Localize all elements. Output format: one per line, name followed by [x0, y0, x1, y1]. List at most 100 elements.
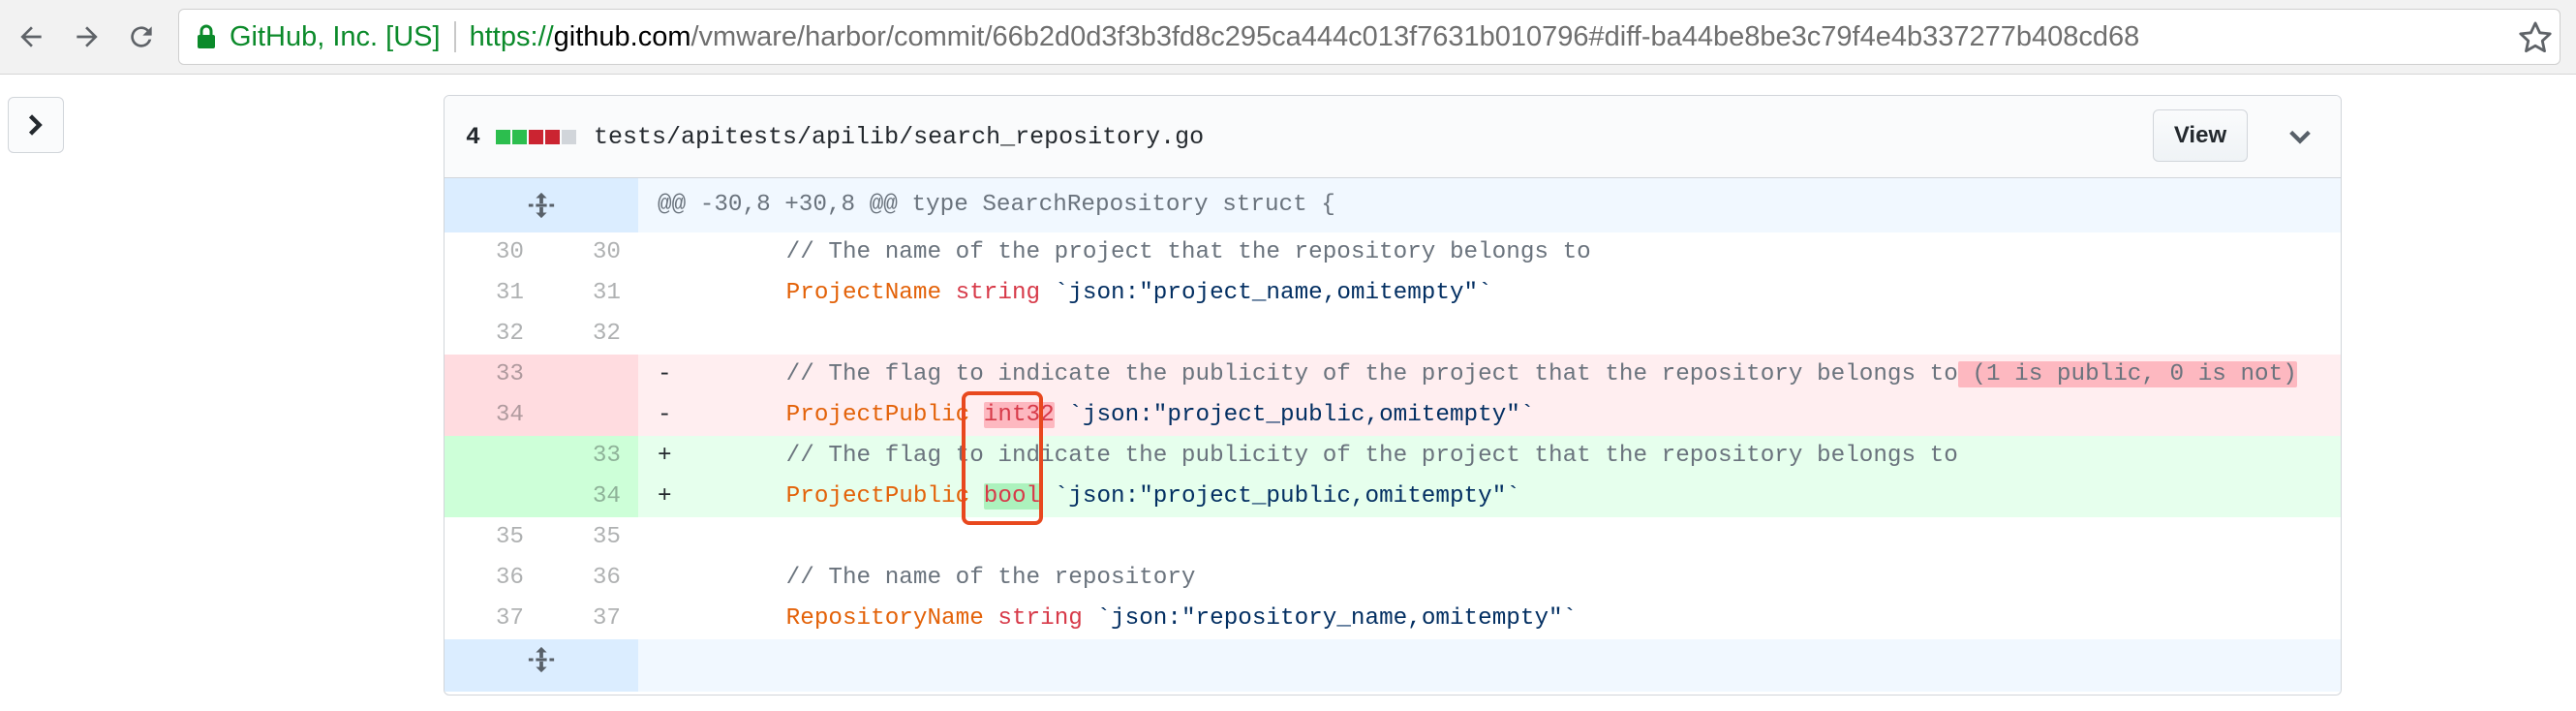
url-scheme: https://	[469, 20, 554, 52]
field-name: ProjectName	[785, 280, 942, 306]
deleted-line: 34 - ProjectPublic int32 `json:"project_…	[445, 395, 2341, 436]
diffstat-blocks	[496, 129, 578, 144]
line-marker	[638, 232, 671, 273]
old-line-number[interactable]: 33	[445, 355, 541, 395]
line-marker	[638, 314, 671, 355]
field-name: ProjectPublic	[785, 483, 970, 510]
line-marker: +	[638, 477, 672, 517]
diffstat-block	[545, 129, 561, 144]
lock-icon	[198, 24, 215, 48]
url-host: github.com	[553, 20, 691, 52]
diffstat-block	[562, 129, 577, 144]
diff-line: 31 31 ProjectName string `json:"project_…	[445, 273, 2341, 314]
url-text[interactable]: https://github.com/vmware/harbor/commit/…	[470, 21, 2140, 53]
new-line-number[interactable]: 35	[541, 517, 638, 558]
code-line: // The name of the repository	[671, 558, 2341, 599]
annotation-highlight-box	[962, 391, 1043, 525]
code-comment: // The name of the repository	[785, 565, 1196, 591]
new-line-number[interactable]: 34	[541, 477, 638, 517]
line-marker: -	[638, 395, 672, 436]
code-line: RepositoryName string `json:"repository_…	[671, 599, 2341, 639]
old-line-number[interactable]: 37	[445, 599, 541, 639]
expand-up-button[interactable]	[445, 178, 638, 232]
line-marker	[638, 517, 671, 558]
code-line: ProjectPublic int32 `json:"project_publi…	[671, 395, 2341, 436]
file-header: 4 tests/apitests/apilib/search_repositor…	[445, 96, 2341, 178]
old-line-number[interactable]: 36	[445, 558, 541, 599]
line-marker: +	[638, 436, 672, 477]
chevron-down-icon[interactable]	[2286, 123, 2314, 150]
new-line-number[interactable]: 36	[541, 558, 638, 599]
unfold-icon	[528, 192, 555, 219]
reload-button[interactable]	[118, 14, 165, 60]
new-line-number[interactable]: 32	[541, 314, 638, 355]
code-comment: // The name of the project that the repo…	[785, 239, 1591, 265]
struct-tag: `json:"project_public,omitempty"`	[1054, 483, 1520, 510]
field-type: string	[955, 280, 1041, 306]
line-marker	[638, 558, 671, 599]
omnibox-divider	[453, 21, 456, 52]
url-path: /vmware/harbor/commit/66b2d0d3f3b3fd8c29…	[690, 20, 2140, 52]
code-line: // The flag to indicate the publicity of…	[671, 355, 2341, 395]
file-tree-toggle-button[interactable]	[8, 97, 64, 153]
code-comment: // The flag to indicate the publicity of…	[785, 361, 1958, 387]
diff-line: 30 30 // The name of the project that th…	[445, 232, 2341, 273]
back-arrow-icon	[20, 26, 42, 47]
added-line: 33 + // The flag to indicate the publici…	[445, 436, 2341, 477]
new-line-number[interactable]: 33	[541, 436, 638, 477]
struct-tag: `json:"project_name,omitempty"`	[1054, 280, 1492, 306]
expand-down-button[interactable]	[445, 639, 638, 692]
chevron-right-icon	[28, 114, 43, 136]
diffstat-block	[496, 129, 511, 144]
file-path[interactable]: tests/apitests/apilib/search_repository.…	[594, 123, 1204, 151]
removed-text-highlight: (1 is public, 0 is not)	[1957, 361, 2297, 387]
struct-tag: `json:"project_public,omitempty"`	[1068, 402, 1535, 428]
line-marker	[638, 599, 671, 639]
old-line-number[interactable]: 32	[445, 314, 541, 355]
old-line-number[interactable]: 34	[445, 395, 541, 436]
field-name: ProjectPublic	[785, 402, 970, 428]
old-line-number[interactable]: 30	[445, 232, 541, 273]
deleted-line: 33 - // The flag to indicate the publici…	[445, 355, 2341, 395]
added-line: 34 + ProjectPublic bool `json:"project_p…	[445, 477, 2341, 517]
new-line-number[interactable]: 30	[541, 232, 638, 273]
code-line: ProjectPublic bool `json:"project_public…	[671, 477, 2341, 517]
code-line: // The name of the project that the repo…	[671, 232, 2341, 273]
diff-line: 32 32	[445, 314, 2341, 355]
diffstat-count: 4	[466, 122, 481, 151]
diffstat-block	[529, 129, 544, 144]
diff-line: 35 35	[445, 517, 2341, 558]
old-line-number[interactable]	[445, 436, 541, 477]
field-type: string	[997, 605, 1083, 632]
new-line-number[interactable]	[541, 395, 638, 436]
reload-icon	[131, 26, 152, 47]
line-marker	[638, 273, 671, 314]
diff-line: 36 36 // The name of the repository	[445, 558, 2341, 599]
struct-tag: `json:"repository_name,omitempty"`	[1096, 605, 1578, 632]
code-line: // The flag to indicate the publicity of…	[671, 436, 2341, 477]
bookmark-star-icon[interactable]	[2517, 19, 2554, 56]
forward-button[interactable]	[64, 14, 110, 60]
old-line-number[interactable]: 31	[445, 273, 541, 314]
diffstat-block	[512, 129, 528, 144]
old-line-number[interactable]: 35	[445, 517, 541, 558]
browser-toolbar: GitHub, Inc. [US] https://github.com/vmw…	[0, 0, 2576, 75]
view-file-button[interactable]: View	[2153, 109, 2248, 162]
new-line-number[interactable]: 31	[541, 273, 638, 314]
hunk-header-row: @@ -30,8 +30,8 @@ type SearchRepository …	[445, 178, 2341, 232]
expand-row-filler	[638, 639, 2341, 692]
old-line-number[interactable]	[445, 477, 541, 517]
new-line-number[interactable]	[541, 355, 638, 395]
code-line: ProjectName string `json:"project_name,o…	[671, 273, 2341, 314]
new-line-number[interactable]: 37	[541, 599, 638, 639]
line-marker: -	[638, 355, 672, 395]
field-name: RepositoryName	[785, 605, 984, 632]
address-bar[interactable]: GitHub, Inc. [US] https://github.com/vmw…	[178, 9, 2561, 65]
hunk-header-text: @@ -30,8 +30,8 @@ type SearchRepository …	[638, 178, 2341, 232]
diff-line: 37 37 RepositoryName string `json:"repos…	[445, 599, 2341, 639]
expand-down-row	[445, 639, 2341, 692]
site-identity[interactable]: GitHub, Inc. [US]	[230, 21, 441, 53]
back-button[interactable]	[8, 14, 54, 60]
